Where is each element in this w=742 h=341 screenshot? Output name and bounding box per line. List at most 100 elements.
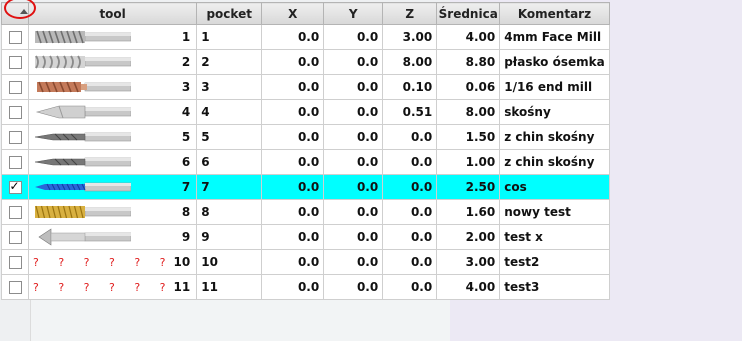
z-cell[interactable]: 0.0 [382,199,438,225]
row-checkbox[interactable] [8,256,22,269]
y-cell[interactable]: 0.0 [323,174,384,200]
pocket-cell[interactable]: 10 [196,249,263,275]
row-checkbox[interactable] [8,179,22,194]
row-select-cell[interactable] [1,99,29,125]
comment-cell[interactable]: skośny [499,99,610,125]
x-cell[interactable]: 0.0 [261,199,325,225]
row-checkbox[interactable] [8,81,22,94]
comment-cell[interactable]: cos [499,174,610,200]
row-select-cell[interactable] [1,124,29,150]
x-cell[interactable]: 0.0 [261,124,325,150]
table-row[interactable]: 6 6 0.0 0.0 0.0 1.00 z chin skośny [1,149,610,175]
comment-cell[interactable]: test x [499,224,610,250]
row-select-cell[interactable] [1,49,29,75]
diameter-cell[interactable]: 0.06 [436,74,501,100]
diameter-cell[interactable]: 1.50 [436,124,501,150]
y-cell[interactable]: 0.0 [323,74,384,100]
comment-cell[interactable]: 4mm Face Mill [499,24,610,50]
z-cell[interactable]: 8.00 [382,49,438,75]
row-select-cell[interactable] [1,24,29,50]
y-cell[interactable]: 0.0 [323,24,384,50]
z-cell[interactable]: 0.10 [382,74,438,100]
z-cell[interactable]: 3.00 [382,24,438,50]
x-cell[interactable]: 0.0 [261,249,325,275]
pocket-cell[interactable]: 3 [196,74,263,100]
tool-cell[interactable]: 4 [27,99,198,125]
row-checkbox[interactable] [8,56,22,69]
row-select-cell[interactable] [1,174,29,200]
y-cell[interactable]: 0.0 [323,274,384,300]
pocket-cell[interactable]: 11 [196,274,263,300]
comment-cell[interactable]: nowy test [499,199,610,225]
row-select-cell[interactable] [1,199,29,225]
x-cell[interactable]: 0.0 [261,174,325,200]
x-cell[interactable]: 0.0 [261,99,325,125]
header-diameter[interactable]: Średnica [436,2,501,25]
diameter-cell[interactable]: 1.00 [436,149,501,175]
row-checkbox[interactable] [8,231,22,244]
header-x[interactable]: X [261,2,325,25]
tool-cell[interactable]: 2 [27,49,198,75]
row-checkbox[interactable] [8,106,22,119]
y-cell[interactable]: 0.0 [323,199,384,225]
diameter-cell[interactable]: 8.00 [436,99,501,125]
z-cell[interactable]: 0.51 [382,99,438,125]
tool-cell[interactable]: 3 [27,74,198,100]
pocket-cell[interactable]: 4 [196,99,263,125]
z-cell[interactable]: 0.0 [382,149,438,175]
y-cell[interactable]: 0.0 [323,99,384,125]
tool-cell[interactable]: ? ? ? ? ? ? 10 [27,249,198,275]
y-cell[interactable]: 0.0 [323,149,384,175]
tool-cell[interactable]: 8 [27,199,198,225]
x-cell[interactable]: 0.0 [261,224,325,250]
table-row[interactable]: 3 3 0.0 0.0 0.10 0.06 1/16 end mill [1,74,610,100]
pocket-cell[interactable]: 1 [196,24,263,50]
header-select[interactable] [1,0,36,25]
row-checkbox[interactable] [8,156,22,169]
diameter-cell[interactable]: 1.60 [436,199,501,225]
table-row[interactable]: 1 1 0.0 0.0 3.00 4.00 4mm Face Mill [1,24,610,50]
z-cell[interactable]: 0.0 [382,274,438,300]
y-cell[interactable]: 0.0 [323,224,384,250]
row-select-cell[interactable] [1,274,29,300]
tool-cell[interactable]: 5 [27,124,198,150]
z-cell[interactable]: 0.0 [382,249,438,275]
diameter-cell[interactable]: 2.50 [436,174,501,200]
header-y[interactable]: Y [323,2,384,25]
row-select-cell[interactable] [1,224,29,250]
row-select-cell[interactable] [1,149,29,175]
pocket-cell[interactable]: 6 [196,149,263,175]
x-cell[interactable]: 0.0 [261,274,325,300]
header-comment[interactable]: Komentarz [499,2,610,25]
pocket-cell[interactable]: 7 [196,174,263,200]
header-pocket[interactable]: pocket [196,2,263,25]
z-cell[interactable]: 0.0 [382,124,438,150]
diameter-cell[interactable]: 4.00 [436,274,501,300]
pocket-cell[interactable]: 9 [196,224,263,250]
comment-cell[interactable]: z chin skośny [499,124,610,150]
tool-cell[interactable]: 9 [27,224,198,250]
comment-cell[interactable]: płasko ósemka [499,49,610,75]
table-row[interactable]: 5 5 0.0 0.0 0.0 1.50 z chin skośny [1,124,610,150]
diameter-cell[interactable]: 8.80 [436,49,501,75]
x-cell[interactable]: 0.0 [261,149,325,175]
table-row[interactable]: 4 4 0.0 0.0 0.51 8.00 skośny [1,99,610,125]
tool-cell[interactable]: 7 [27,174,198,200]
pocket-cell[interactable]: 2 [196,49,263,75]
pocket-cell[interactable]: 8 [196,199,263,225]
table-row[interactable]: ? ? ? ? ? ? 10 10 0.0 0.0 0.0 3.00 test2 [1,249,610,275]
row-checkbox[interactable] [8,131,22,144]
table-row[interactable]: 9 9 0.0 0.0 0.0 2.00 test x [1,224,610,250]
table-row[interactable]: 2 2 0.0 0.0 8.00 8.80 płasko ósemka [1,49,610,75]
diameter-cell[interactable]: 2.00 [436,224,501,250]
z-cell[interactable]: 0.0 [382,174,438,200]
z-cell[interactable]: 0.0 [382,224,438,250]
pocket-cell[interactable]: 5 [196,124,263,150]
x-cell[interactable]: 0.0 [261,74,325,100]
table-row[interactable]: 8 8 0.0 0.0 0.0 1.60 nowy test [1,199,610,225]
tool-cell[interactable]: ? ? ? ? ? ? 11 [27,274,198,300]
comment-cell[interactable]: test2 [499,249,610,275]
x-cell[interactable]: 0.0 [261,24,325,50]
y-cell[interactable]: 0.0 [323,124,384,150]
comment-cell[interactable]: z chin skośny [499,149,610,175]
